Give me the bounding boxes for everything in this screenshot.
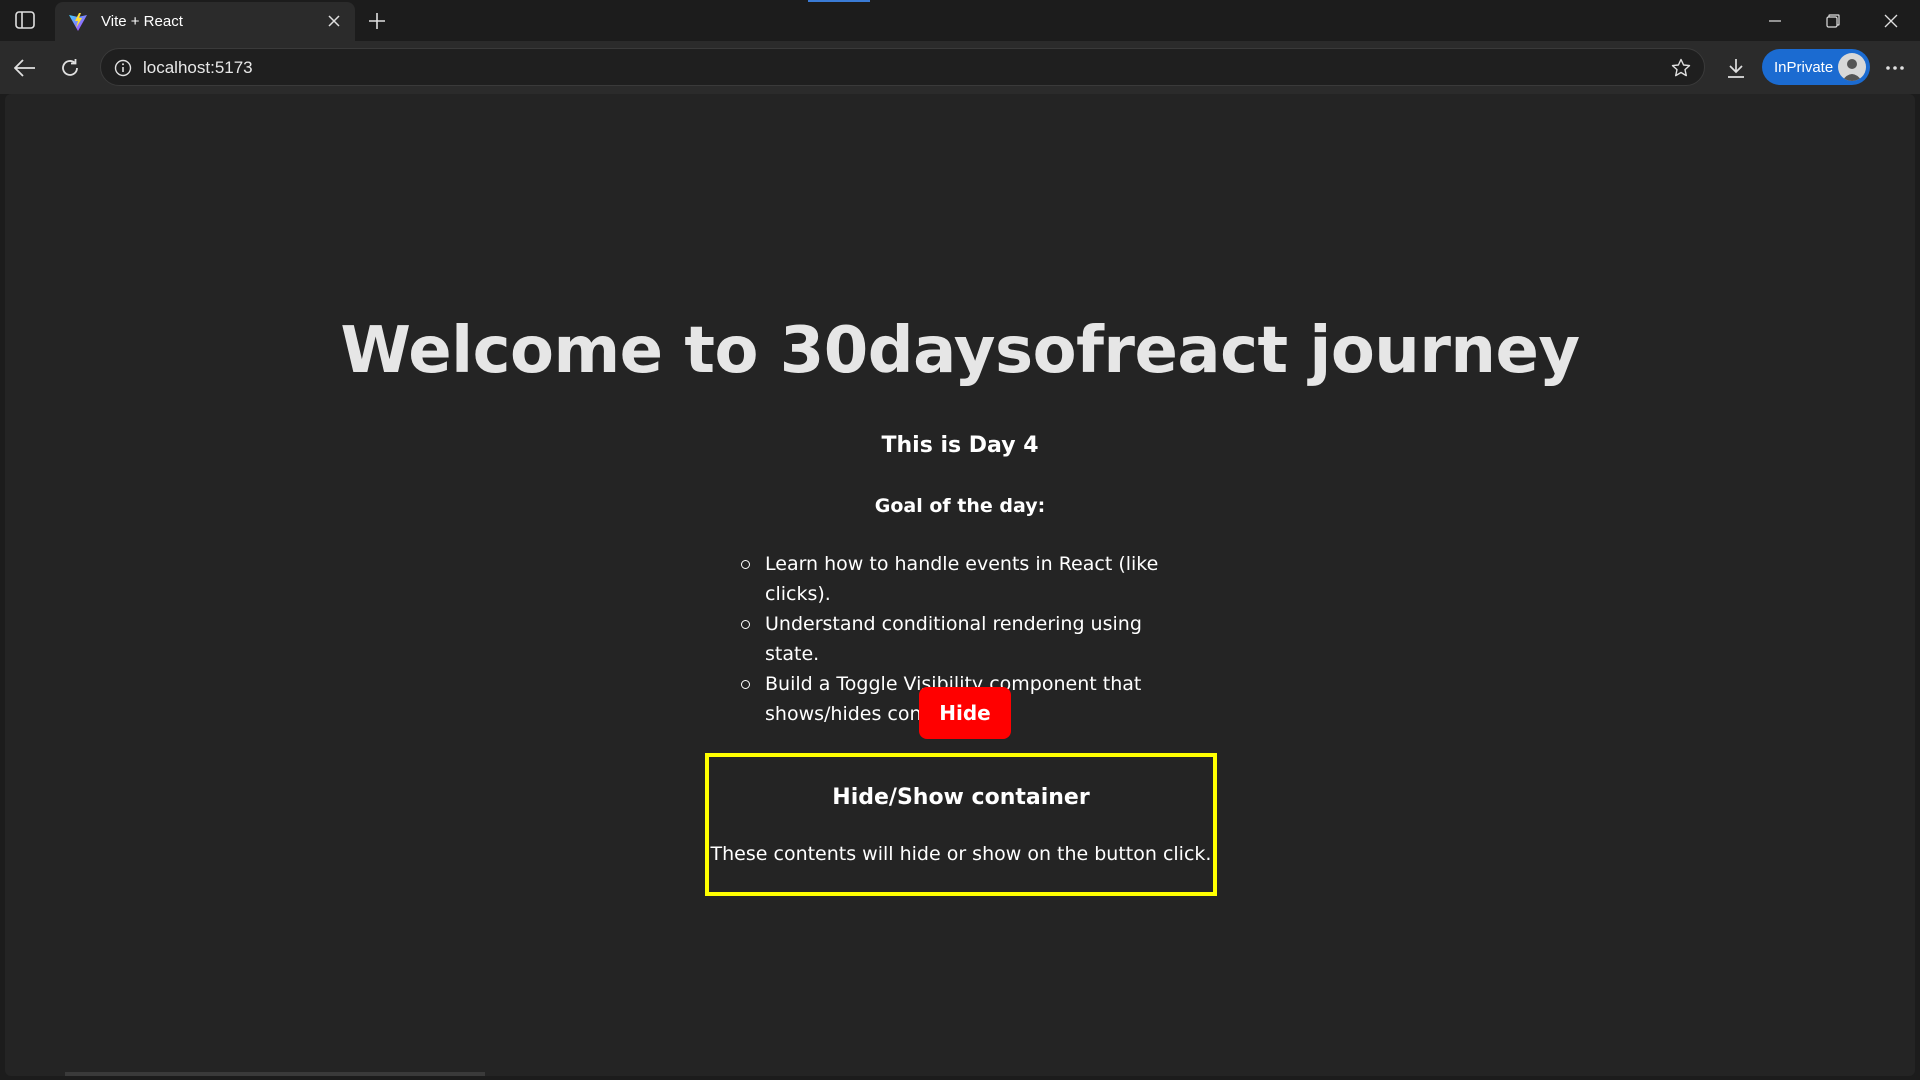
list-item: Learn how to handle events in React (lik…	[741, 549, 1201, 609]
navigation-bar: localhost:5173 InPrivate	[0, 41, 1920, 94]
address-bar[interactable]: localhost:5173	[100, 48, 1705, 86]
container-title: Hide/Show container	[832, 785, 1090, 810]
tab-bar: Vite + React	[0, 0, 1920, 41]
new-tab-icon[interactable]	[364, 8, 390, 34]
container-text: These contents will hide or show on the …	[710, 843, 1212, 865]
inprivate-profile-button[interactable]: InPrivate	[1762, 49, 1870, 85]
tab-title: Vite + React	[101, 13, 183, 30]
window-controls	[1746, 0, 1920, 41]
hide-show-container: Hide/Show container These contents will …	[705, 753, 1217, 896]
bullet-circle-icon	[741, 560, 750, 569]
window-focus-indicator	[808, 0, 870, 2]
hide-button[interactable]: Hide	[919, 687, 1011, 739]
avatar	[1838, 53, 1866, 81]
list-item: Understand conditional rendering using s…	[741, 609, 1201, 669]
download-icon[interactable]	[1721, 53, 1751, 83]
page-title: Welcome to 30daysofreact journey	[340, 314, 1580, 388]
vite-logo-icon	[67, 11, 89, 33]
inprivate-label: InPrivate	[1774, 58, 1834, 76]
day-heading: This is Day 4	[881, 433, 1039, 458]
tab-active[interactable]: Vite + React	[55, 2, 355, 41]
close-window-icon[interactable]	[1862, 0, 1920, 41]
bullet-circle-icon	[741, 620, 750, 629]
restore-icon[interactable]	[1804, 0, 1862, 41]
goal-heading: Goal of the day:	[874, 495, 1046, 517]
url-text: localhost:5173	[143, 58, 253, 77]
goal-text: Understand conditional rendering using s…	[765, 613, 1142, 665]
app-root: Welcome to 30daysofreact journey This is…	[5, 94, 1915, 1076]
minimize-icon[interactable]	[1746, 0, 1804, 41]
page-viewport: Welcome to 30daysofreact journey This is…	[5, 94, 1915, 1076]
sidebar-toggle-icon[interactable]	[12, 8, 38, 32]
more-options-icon[interactable]	[1880, 53, 1910, 83]
favorite-star-icon[interactable]	[1670, 57, 1692, 79]
back-arrow-icon[interactable]	[10, 53, 40, 83]
horizontal-scrollbar[interactable]	[65, 1072, 485, 1076]
site-info-icon[interactable]	[113, 58, 133, 78]
bullet-circle-icon	[741, 680, 750, 689]
goal-text: Learn how to handle events in React (lik…	[765, 553, 1159, 605]
close-tab-icon[interactable]	[325, 12, 343, 30]
refresh-icon[interactable]	[55, 53, 85, 83]
